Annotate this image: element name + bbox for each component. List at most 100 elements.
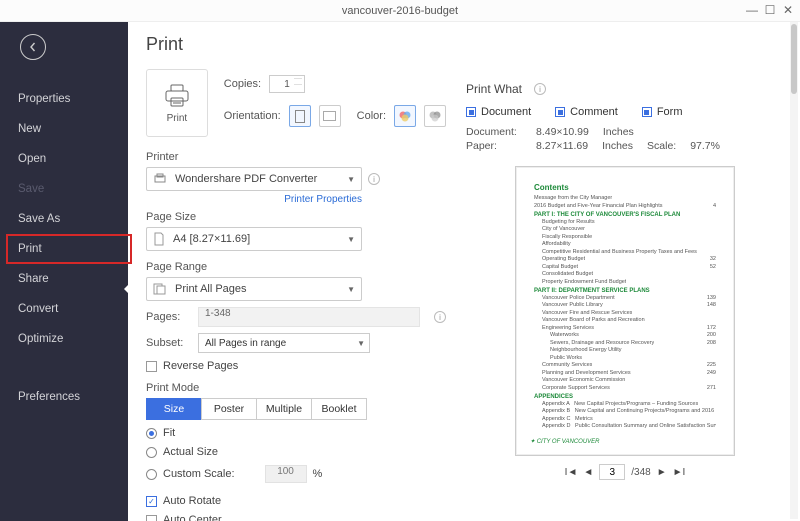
- custom-scale-radio[interactable]: [146, 469, 157, 480]
- close-button[interactable]: ✕: [780, 2, 796, 18]
- sidebar: Properties New Open Save Save As Print S…: [0, 22, 128, 521]
- maximize-button[interactable]: ☐: [762, 2, 778, 18]
- pw-comment-label: Comment: [570, 106, 618, 118]
- copies-input[interactable]: 1: [269, 75, 305, 93]
- back-button[interactable]: [20, 34, 46, 60]
- subset-value: All Pages in range: [205, 338, 286, 349]
- color-icon: [398, 110, 412, 122]
- auto-center-checkbox[interactable]: [146, 515, 157, 521]
- pager-last-button[interactable]: ►I: [673, 467, 686, 478]
- auto-center-label: Auto Center: [163, 514, 222, 521]
- window-title: vancouver-2016-budget: [342, 5, 458, 17]
- printer-properties-link[interactable]: Printer Properties: [284, 194, 362, 205]
- window-controls: — ☐ ✕: [744, 2, 796, 18]
- sidebar-item-preferences[interactable]: Preferences: [0, 382, 128, 412]
- auto-rotate-checkbox[interactable]: [146, 496, 157, 507]
- scrollbar-thumb[interactable]: [791, 24, 797, 94]
- subset-label: Subset:: [146, 337, 190, 349]
- sidebar-item-new[interactable]: New: [0, 114, 128, 144]
- sidebar-item-optimize[interactable]: Optimize: [0, 324, 128, 354]
- pager-total-label: /348: [631, 467, 650, 478]
- pages-label: Pages:: [146, 311, 190, 323]
- doc-dim-value: 8.49×10.99: [536, 126, 589, 138]
- print-mode-label: Print Mode: [146, 382, 446, 394]
- chevron-down-icon: ▼: [347, 175, 355, 184]
- pager-prev-button[interactable]: ◄: [583, 467, 593, 478]
- subset-dropdown[interactable]: All Pages in range ▼: [198, 333, 370, 353]
- scale-value: 97.7%: [690, 140, 720, 152]
- preview-footer-logo: ✦ CITY OF VANCOUVER: [530, 438, 600, 445]
- pager-next-button[interactable]: ►: [657, 467, 667, 478]
- vertical-scrollbar[interactable]: [790, 22, 798, 519]
- page-title: Print: [146, 34, 446, 55]
- printer-section-label: Printer: [146, 151, 446, 163]
- paper-dim-label: Paper:: [466, 140, 522, 152]
- print-what-info-icon[interactable]: i: [534, 83, 546, 95]
- printer-icon: [163, 83, 191, 109]
- mode-size-button[interactable]: Size: [146, 398, 202, 420]
- pager-first-button[interactable]: I◄: [565, 467, 578, 478]
- doc-dim-unit: Inches: [603, 126, 634, 138]
- fit-radio[interactable]: [146, 428, 157, 439]
- printer-info-icon[interactable]: i: [368, 173, 380, 185]
- print-action-box[interactable]: Print: [146, 69, 208, 137]
- print-action-label: Print: [167, 113, 188, 124]
- orientation-landscape-button[interactable]: [319, 105, 341, 127]
- sidebar-item-print[interactable]: Print: [0, 234, 128, 264]
- page-icon: [153, 232, 165, 246]
- fit-label: Fit: [163, 427, 175, 439]
- page-range-value: Print All Pages: [175, 283, 247, 295]
- main-panel: Print Print Copies: 1: [128, 22, 800, 521]
- sidebar-item-convert[interactable]: Convert: [0, 294, 128, 324]
- custom-scale-input[interactable]: 100: [265, 465, 307, 483]
- chevron-down-icon: ▼: [347, 285, 355, 294]
- grayscale-icon: [428, 110, 442, 122]
- pw-form-checkbox[interactable]: [642, 107, 652, 117]
- pw-document-label: Document: [481, 106, 531, 118]
- page-preview: Contents Message from the City Manager 2…: [515, 166, 735, 456]
- preview-pager: I◄ ◄ /348 ► ►I: [466, 464, 784, 480]
- percent-label: %: [313, 468, 323, 480]
- sidebar-item-properties[interactable]: Properties: [0, 84, 128, 114]
- printer-dropdown[interactable]: Wondershare PDF Converter ▼: [146, 167, 362, 191]
- auto-rotate-label: Auto Rotate: [163, 495, 221, 507]
- page-size-label: Page Size: [146, 211, 446, 223]
- doc-dim-label: Document:: [466, 126, 522, 138]
- sidebar-item-save: Save: [0, 174, 128, 204]
- pw-document-checkbox[interactable]: [466, 107, 476, 117]
- portrait-icon: [295, 110, 305, 123]
- mode-multiple-button[interactable]: Multiple: [256, 398, 312, 420]
- actual-size-radio[interactable]: [146, 447, 157, 458]
- minimize-button[interactable]: —: [744, 2, 760, 18]
- color-print-button[interactable]: [394, 105, 416, 127]
- mode-booklet-button[interactable]: Booklet: [311, 398, 367, 420]
- preview-heading: Contents: [534, 183, 716, 192]
- print-what-title: Print What i: [466, 82, 784, 96]
- orientation-portrait-button[interactable]: [289, 105, 311, 127]
- page-range-label: Page Range: [146, 261, 446, 273]
- sidebar-item-share[interactable]: Share: [0, 264, 128, 294]
- pages-input[interactable]: 1-348: [198, 307, 420, 327]
- grayscale-print-button[interactable]: [424, 105, 446, 127]
- pw-comment-checkbox[interactable]: [555, 107, 565, 117]
- page-size-dropdown[interactable]: A4 [8.27×11.69] ▼: [146, 227, 362, 251]
- sidebar-item-open[interactable]: Open: [0, 144, 128, 174]
- pages-icon: [153, 283, 167, 295]
- copies-label: Copies:: [224, 78, 261, 90]
- mode-poster-button[interactable]: Poster: [201, 398, 257, 420]
- page-size-value: A4 [8.27×11.69]: [173, 233, 250, 245]
- chevron-down-icon: ▼: [357, 339, 365, 348]
- page-range-dropdown[interactable]: Print All Pages ▼: [146, 277, 362, 301]
- color-label: Color:: [357, 110, 386, 122]
- reverse-pages-checkbox[interactable]: [146, 361, 157, 372]
- printer-value: Wondershare PDF Converter: [175, 173, 317, 185]
- pw-form-label: Form: [657, 106, 683, 118]
- reverse-pages-label: Reverse Pages: [163, 360, 238, 372]
- pages-info-icon[interactable]: i: [434, 311, 446, 323]
- printer-small-icon: [153, 173, 167, 185]
- custom-scale-label: Custom Scale:: [163, 468, 235, 480]
- actual-size-label: Actual Size: [163, 446, 218, 458]
- sidebar-item-save-as[interactable]: Save As: [0, 204, 128, 234]
- titlebar: vancouver-2016-budget — ☐ ✕: [0, 0, 800, 22]
- pager-page-input[interactable]: [599, 464, 625, 480]
